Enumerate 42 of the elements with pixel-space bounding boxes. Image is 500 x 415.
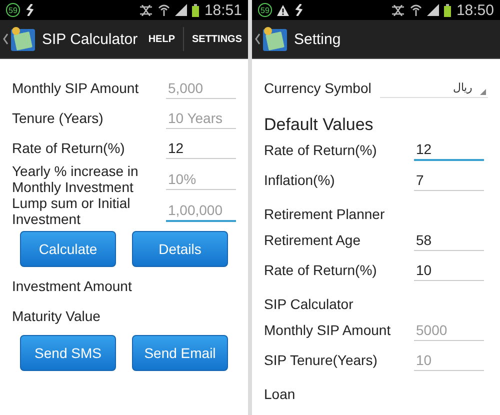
signal-icon [175,4,188,16]
action-button[interactable]: Send SMS [20,335,116,371]
action-button[interactable]: Send Email [132,335,228,371]
field-label: Rate of Return(%) [264,262,377,278]
section-subheading: SIP Calculator [264,295,354,314]
notification-badge: 59 [6,3,20,17]
field-label: Tenure (Years) [12,110,104,126]
action-button[interactable]: SETTINGS [186,34,248,44]
result-label: Maturity Value [12,307,102,326]
field-label: Yearly % increase in Monthly Investment [12,163,140,195]
clock-time: 18:50 [456,2,494,18]
back-chevron-icon[interactable] [3,33,8,45]
currency-dropdown[interactable]: ریال [380,78,488,98]
screen-title: Setting [294,30,341,48]
action-button[interactable]: HELP [142,34,181,44]
dropdown-corner-icon [480,89,486,95]
section-heading: Default Values [264,115,374,135]
battery-icon [444,4,452,16]
field-label: Rate of Return(%) [264,142,377,158]
field-label: SIP Tenure(Years) [264,352,378,368]
field-label: Inflation(%) [264,172,335,188]
field-label: Lump sum or Initial Investment [12,195,132,227]
calculator-icon[interactable] [10,26,36,52]
field-label: Currency Symbol [264,80,372,96]
notification-badge: 59 [258,3,272,17]
wifi-icon [158,4,170,16]
wifi-icon [410,4,422,16]
section-subheading: Retirement Planner [264,205,386,224]
section-subheading: Loan [264,385,296,404]
action-button[interactable]: Calculate [20,231,116,267]
action-button[interactable]: Details [132,231,228,267]
field-label: Monthly SIP Amount [264,322,391,338]
screen-title: SIP Calculator [42,30,138,48]
field-label: Rate of Return(%) [12,140,125,156]
result-label: Investment Amount [12,277,133,296]
signal-icon [427,4,440,16]
field-label: Monthly SIP Amount [12,80,139,96]
field-label: Retirement Age [264,232,360,248]
clock-time: 18:51 [204,2,242,18]
calculator-icon[interactable] [262,26,288,52]
back-chevron-icon[interactable] [255,33,260,45]
battery-icon [192,4,200,16]
